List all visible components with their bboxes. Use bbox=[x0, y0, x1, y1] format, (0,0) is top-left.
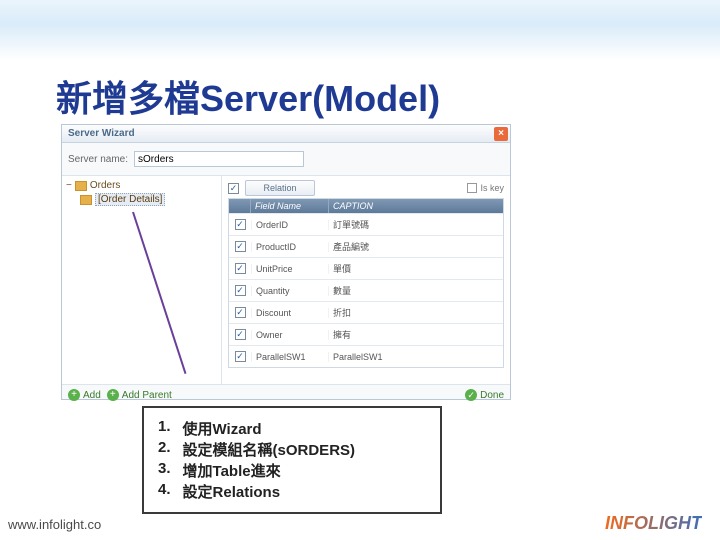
callout-text: 設定Relations bbox=[183, 481, 281, 502]
callout-num: 4. bbox=[158, 481, 171, 502]
done-button[interactable]: ✓ Done bbox=[465, 389, 504, 401]
tree-root[interactable]: − Orders bbox=[66, 180, 217, 191]
row-checkbox[interactable] bbox=[235, 241, 246, 252]
row-checkbox[interactable] bbox=[235, 285, 246, 296]
folder-icon bbox=[75, 181, 87, 191]
table-row[interactable]: ProductID產品編號 bbox=[229, 235, 503, 257]
add-button[interactable]: + Add bbox=[68, 389, 101, 401]
field-caption: 單價 bbox=[329, 262, 503, 275]
server-name-label: Server name: bbox=[68, 154, 128, 165]
page-title: 新增多檔Server(Model) bbox=[56, 70, 440, 122]
window-title: Server Wizard bbox=[68, 128, 135, 139]
field-caption: 產品編號 bbox=[329, 240, 503, 253]
field-name: OrderID bbox=[251, 220, 329, 230]
instruction-callout: 1.使用Wizard2.設定模組名稱(sORDERS)3.增加Table進來4.… bbox=[142, 406, 442, 514]
field-caption: 折扣 bbox=[329, 306, 503, 319]
iskey-checkbox[interactable] bbox=[467, 183, 477, 193]
col-caption: CAPTION bbox=[329, 199, 503, 213]
col-fieldname: Field Name bbox=[251, 199, 329, 213]
callout-num: 1. bbox=[158, 418, 171, 439]
annotation-line bbox=[132, 212, 186, 374]
add-label: Add bbox=[83, 390, 101, 401]
plus-icon: + bbox=[68, 389, 80, 401]
done-label: Done bbox=[480, 390, 504, 401]
callout-text: 使用Wizard bbox=[183, 418, 262, 439]
wizard-footer: + Add + Add Parent ✓ Done bbox=[62, 385, 510, 405]
decorative-wave bbox=[0, 0, 720, 60]
window-titlebar: Server Wizard × bbox=[62, 125, 510, 143]
tree-child-label: [Order Details] bbox=[95, 193, 165, 206]
table-tree: − Orders [Order Details] bbox=[62, 176, 222, 384]
table-row[interactable]: OrderID訂單號碼 bbox=[229, 213, 503, 235]
fields-pane: Relation Is key Field Name CAPTION Order… bbox=[222, 176, 510, 384]
check-icon: ✓ bbox=[465, 389, 477, 401]
field-caption: 訂單號碼 bbox=[329, 218, 503, 231]
callout-num: 2. bbox=[158, 439, 171, 460]
table-row[interactable]: Discount折扣 bbox=[229, 301, 503, 323]
row-checkbox[interactable] bbox=[235, 351, 246, 362]
field-name: ParallelSW1 bbox=[251, 352, 329, 362]
table-row[interactable]: Owner擁有 bbox=[229, 323, 503, 345]
iskey-group[interactable]: Is key bbox=[467, 183, 504, 193]
table-row[interactable]: UnitPrice單價 bbox=[229, 257, 503, 279]
server-name-row: Server name: bbox=[62, 143, 510, 175]
callout-item: 1. 使用Wizard bbox=[158, 418, 426, 439]
callout-num: 3. bbox=[158, 460, 171, 481]
callout-text: 增加Table進來 bbox=[183, 460, 281, 481]
callout-text: 設定模組名稱(sORDERS) bbox=[183, 439, 356, 460]
callout-item: 3. 增加Table進來 bbox=[158, 460, 426, 481]
plus-icon: + bbox=[107, 389, 119, 401]
fields-grid: Field Name CAPTION OrderID訂單號碼ProductID產… bbox=[228, 198, 504, 368]
server-name-input[interactable] bbox=[134, 151, 304, 167]
field-name: UnitPrice bbox=[251, 264, 329, 274]
row-checkbox[interactable] bbox=[235, 307, 246, 318]
folder-icon bbox=[80, 195, 92, 205]
tree-child[interactable]: [Order Details] bbox=[80, 193, 217, 206]
field-name: Discount bbox=[251, 308, 329, 318]
select-all-checkbox[interactable] bbox=[228, 183, 239, 194]
table-row[interactable]: Quantity數量 bbox=[229, 279, 503, 301]
site-url: www.infolight.co bbox=[8, 517, 101, 532]
field-caption: ParallelSW1 bbox=[329, 352, 503, 362]
field-caption: 數量 bbox=[329, 284, 503, 297]
callout-item: 2. 設定模組名稱(sORDERS) bbox=[158, 439, 426, 460]
relation-button[interactable]: Relation bbox=[245, 180, 315, 196]
table-row[interactable]: ParallelSW1ParallelSW1 bbox=[229, 345, 503, 367]
tree-root-label: Orders bbox=[90, 180, 121, 191]
field-name: ProductID bbox=[251, 242, 329, 252]
field-name: Quantity bbox=[251, 286, 329, 296]
infolight-logo: INFOLIGHT bbox=[605, 513, 702, 534]
field-caption: 擁有 bbox=[329, 328, 503, 341]
row-checkbox[interactable] bbox=[235, 263, 246, 274]
row-checkbox[interactable] bbox=[235, 329, 246, 340]
grid-header: Field Name CAPTION bbox=[229, 199, 503, 213]
server-wizard-window: Server Wizard × Server name: − Orders [O… bbox=[61, 124, 511, 400]
close-icon[interactable]: × bbox=[494, 127, 508, 141]
row-checkbox[interactable] bbox=[235, 219, 246, 230]
iskey-label: Is key bbox=[480, 183, 504, 193]
add-parent-button[interactable]: + Add Parent bbox=[107, 389, 172, 401]
field-name: Owner bbox=[251, 330, 329, 340]
add-parent-label: Add Parent bbox=[122, 390, 172, 401]
callout-item: 4. 設定Relations bbox=[158, 481, 426, 502]
minus-icon: − bbox=[66, 180, 72, 191]
